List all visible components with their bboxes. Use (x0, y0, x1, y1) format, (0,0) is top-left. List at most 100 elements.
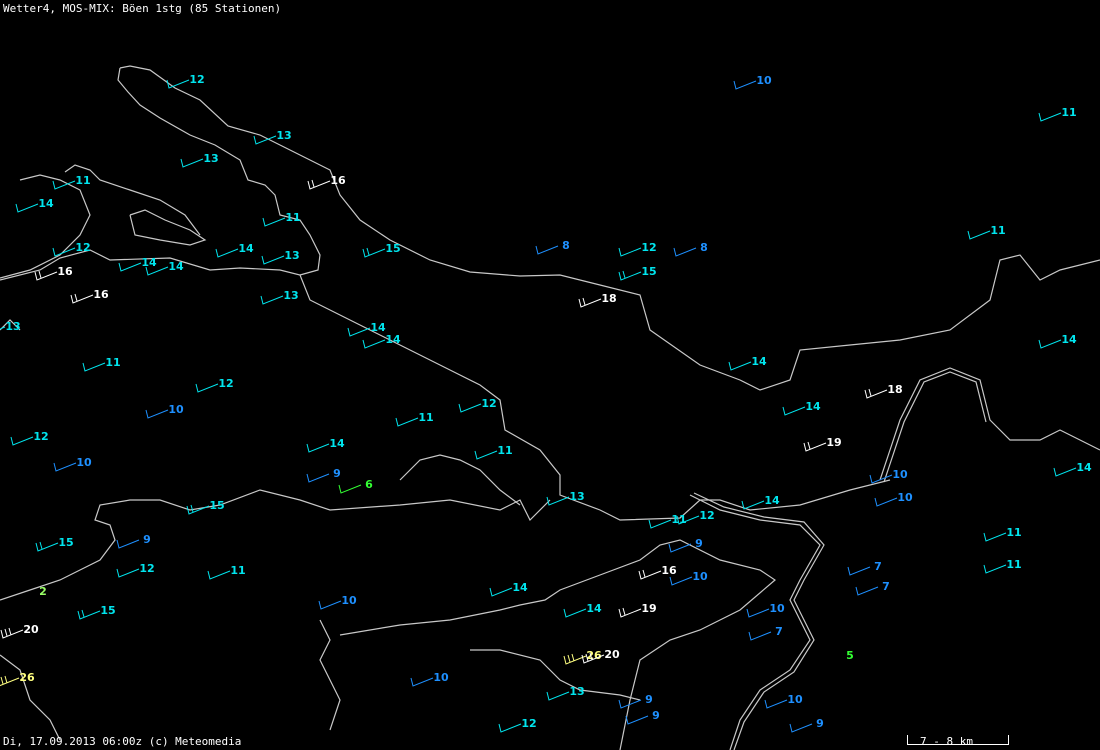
gust-value: 9 (143, 533, 151, 546)
station: 13 (260, 289, 299, 305)
gust-value: 12 (521, 717, 536, 730)
wind-barb-icon (70, 293, 94, 304)
wind-barb-icon (498, 723, 522, 733)
coastlines (0, 65, 1100, 750)
gust-value: 15 (58, 536, 73, 549)
wind-barb-icon (764, 699, 788, 709)
wind-barb-icon (262, 217, 286, 227)
wind-barb-icon (145, 409, 169, 419)
gust-value: 14 (764, 494, 780, 507)
gust-value: 12 (33, 430, 48, 443)
station: 9 (668, 537, 703, 553)
station: 10 (764, 693, 803, 709)
gust-value: 11 (285, 211, 300, 224)
station: 12 (116, 562, 155, 578)
station: 9 (116, 533, 151, 549)
coastline-10 (689, 494, 821, 750)
station: 15 (362, 242, 401, 258)
gust-value: 11 (990, 224, 1005, 237)
station: 13 (180, 152, 219, 168)
wind-barb-icon (741, 500, 765, 510)
wind-barb-icon (669, 576, 693, 586)
station: 14 (118, 256, 157, 272)
gust-value: 14 (141, 256, 157, 269)
coastline-8 (0, 654, 61, 741)
wind-barb-icon (489, 587, 513, 597)
gust-value: 14 (168, 260, 184, 273)
station: 10 (318, 594, 357, 610)
gust-value: 6 (365, 478, 373, 491)
gust-value: 10 (756, 74, 772, 87)
gust-value: 10 (897, 491, 913, 504)
gust-value: 10 (341, 594, 357, 607)
wind-barb-icon (563, 608, 587, 618)
gust-value: 20 (23, 623, 39, 636)
wind-barb-icon (0, 326, 6, 330)
scale-label: 7 - 8 km (920, 735, 973, 748)
wind-barb-icon (748, 631, 772, 641)
wind-barb-icon (546, 496, 570, 506)
station: 19 (803, 436, 842, 452)
wind-barb-icon (668, 543, 692, 553)
gust-value: 26 (19, 671, 35, 684)
station: 14 (563, 602, 602, 618)
gust-value: 15 (641, 265, 656, 278)
coastline-15 (319, 619, 341, 731)
wind-barb-icon (789, 723, 813, 733)
coastline-2 (0, 249, 891, 521)
coastline-9 (339, 539, 776, 750)
wind-barb-icon (874, 497, 898, 507)
station: 10 (746, 602, 785, 618)
wind-barb-icon (728, 361, 752, 371)
station: 26 (563, 649, 602, 665)
gust-value: 11 (1006, 558, 1021, 571)
coastline-3 (0, 174, 91, 279)
wind-barb-icon (10, 436, 34, 446)
gust-value: 20 (604, 648, 620, 661)
station: 11 (395, 411, 434, 427)
station: 15 (77, 604, 116, 620)
gust-value: 11 (75, 174, 90, 187)
gust-value: 11 (1061, 106, 1076, 119)
gust-value: 14 (38, 197, 54, 210)
station: 13 (0, 320, 21, 333)
gust-value: 12 (641, 241, 656, 254)
station: 14 (15, 197, 54, 213)
gust-value: 14 (329, 437, 345, 450)
station: 10 (410, 671, 449, 687)
wind-barb-icon (1053, 467, 1077, 477)
station: 15 (35, 536, 74, 552)
station: 15 (618, 265, 657, 281)
wind-barb-icon (847, 566, 871, 576)
wind-barb-icon (260, 295, 284, 305)
gust-value: 8 (562, 239, 570, 252)
gust-value: 14 (238, 242, 254, 255)
gust-value: 12 (699, 509, 714, 522)
wind-barb-icon (618, 607, 642, 618)
station: 18 (578, 292, 617, 308)
wind-barb-icon (410, 677, 434, 687)
station: 7 (847, 560, 882, 576)
gust-value: 15 (209, 499, 224, 512)
gust-value: 16 (330, 174, 346, 187)
gust-value: 14 (512, 581, 528, 594)
wind-barb-icon (338, 484, 362, 494)
gust-value: 19 (641, 602, 656, 615)
gust-value: 13 (569, 490, 584, 503)
wind-barb-icon (0, 675, 20, 687)
wind-barb-icon (195, 383, 219, 393)
gust-value: 13 (5, 320, 20, 333)
wind-barb-icon (983, 564, 1007, 574)
wind-barb-icon (77, 609, 101, 620)
gust-value: 8 (700, 241, 708, 254)
gust-value: 14 (1061, 333, 1077, 346)
gust-value: 13 (283, 289, 298, 302)
wind-barb-icon (458, 403, 482, 413)
wind-barb-icon (782, 406, 806, 416)
wind-barb-icon (618, 270, 642, 281)
wind-barb-icon (546, 691, 570, 701)
wind-barb-icon (362, 247, 386, 258)
wind-barb-icon (967, 230, 991, 240)
wind-barb-icon (34, 270, 58, 281)
station: 9 (618, 693, 653, 709)
